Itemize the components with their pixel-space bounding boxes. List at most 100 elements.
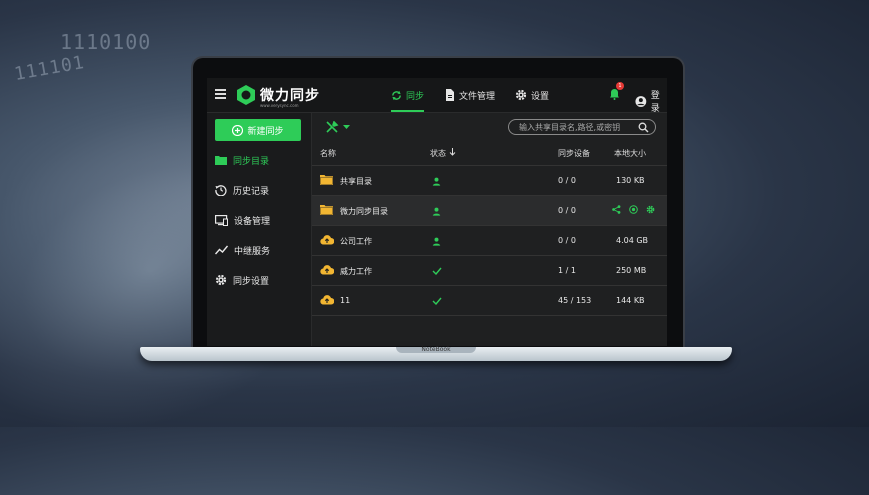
file-icon (446, 89, 454, 101)
sidebar-item-relay[interactable]: 中继服务 (215, 242, 270, 258)
share-icon[interactable] (612, 205, 621, 214)
chevron-down-icon (343, 124, 350, 129)
row-size: 144 KB (616, 296, 645, 305)
login-label: 登录 (650, 91, 660, 114)
folder-icon (320, 205, 333, 215)
row-name: 威力工作 (340, 267, 372, 276)
sidebar-item-label: 设备管理 (234, 216, 271, 227)
new-sync-label: 新建同步 (247, 126, 284, 137)
app-screen: 微力同步 www.verysync.com 同步 文件管理 设置 1 登录 新建… (207, 78, 667, 346)
laptop-frame: 微力同步 www.verysync.com 同步 文件管理 设置 1 登录 新建… (193, 58, 683, 354)
cloud-upload-icon (320, 295, 335, 305)
tools-dropdown[interactable] (326, 121, 350, 133)
folder-type-icon (320, 204, 333, 217)
sort-down-icon (449, 148, 455, 156)
sync-icon (392, 90, 401, 100)
tab-file-manager-label: 文件管理 (459, 91, 496, 102)
header-name[interactable]: 名称 (320, 148, 336, 159)
sidebar-item-history[interactable]: 历史记录 (215, 182, 269, 198)
new-sync-button[interactable]: 新建同步 (215, 119, 301, 141)
brand-url: www.verysync.com (260, 103, 299, 108)
row-size: 250 MB (616, 266, 647, 275)
tab-sync[interactable]: 同步 (391, 87, 425, 112)
cloud-upload-icon (320, 235, 335, 245)
history-icon (215, 185, 227, 196)
tab-file-manager[interactable]: 文件管理 (445, 87, 495, 103)
sidebar-item-label: 同步目录 (233, 156, 270, 167)
table-row[interactable]: 11 45 / 153 144 KB (312, 286, 667, 316)
sidebar-item-label: 同步设置 (233, 276, 270, 287)
devices-icon (215, 214, 228, 226)
search-icon[interactable] (638, 122, 649, 133)
top-bar: 微力同步 www.verysync.com 同步 文件管理 设置 1 登录 (207, 78, 667, 114)
header-size[interactable]: 本地大小 (614, 148, 646, 159)
row-devices: 0 / 0 (558, 176, 576, 185)
relay-icon (215, 245, 228, 255)
cloud-upload-icon (320, 265, 335, 275)
row-status (432, 177, 441, 188)
sidebar-item-label: 中继服务 (234, 246, 271, 257)
background-binary-left: 111101 (12, 51, 87, 86)
folder-type-icon (320, 264, 335, 277)
person-icon (432, 207, 441, 216)
sidebar-item-label: 历史记录 (233, 186, 270, 197)
main-panel: 名称 状态 同步设备 本地大小 共享目录 0 / 0 130 KB 微力同步目录 0 /… (312, 113, 667, 346)
login-button[interactable]: 登录 (635, 88, 667, 114)
folder-icon (320, 175, 333, 185)
table-row[interactable]: 微力同步目录0 / 00 B (312, 196, 667, 226)
check-icon (432, 297, 442, 306)
gear-icon (215, 274, 227, 286)
search-box[interactable] (508, 119, 656, 135)
row-status (432, 297, 442, 307)
background-binary-top: 1110100 (60, 30, 152, 54)
row-devices: 0 / 0 (558, 236, 576, 245)
folder-icon (215, 156, 227, 165)
row-devices: 1 / 1 (558, 266, 576, 275)
row-devices: 45 / 153 (558, 296, 592, 305)
row-devices: 0 / 0 (558, 206, 576, 215)
brand-name: 微力同步 (260, 88, 320, 104)
tools-icon (326, 121, 339, 133)
row-size: 4.04 GB (616, 236, 649, 245)
header-devices[interactable]: 同步设备 (558, 148, 590, 159)
sidebar-item-devices[interactable]: 设备管理 (215, 212, 270, 228)
pause-icon[interactable] (629, 205, 638, 214)
row-name: 11 (340, 296, 351, 305)
add-circle-icon (232, 124, 244, 136)
table-row[interactable]: 公司工作 0 / 0 4.04 GB (312, 226, 667, 256)
tab-sync-label: 同步 (406, 91, 425, 102)
person-icon (432, 177, 441, 186)
header-status[interactable]: 状态 (430, 148, 456, 159)
folder-type-icon (320, 294, 335, 307)
table-row[interactable]: 共享目录 0 / 0 130 KB (312, 166, 667, 196)
row-actions (612, 205, 655, 214)
person-icon (432, 237, 441, 246)
row-status (432, 207, 441, 218)
header-status-label: 状态 (430, 149, 446, 158)
laptop-base: NoteBook (140, 347, 732, 361)
table-header: 名称 状态 同步设备 本地大小 (312, 141, 667, 166)
row-size: 130 KB (616, 176, 645, 185)
row-status (432, 237, 441, 248)
sidebar-item-sync-settings[interactable]: 同步设置 (215, 272, 269, 288)
notification-badge: 1 (616, 82, 624, 90)
laptop-model-label: NoteBook (396, 347, 476, 353)
logo-icon (237, 85, 255, 105)
gear-icon[interactable] (646, 205, 655, 214)
row-name: 微力同步目录 (340, 207, 388, 216)
folder-type-icon (320, 174, 333, 187)
table-row[interactable]: 威力工作 1 / 1 250 MB (312, 256, 667, 286)
row-status (432, 267, 442, 277)
account-icon (635, 95, 647, 107)
folder-type-icon (320, 234, 335, 247)
tab-settings[interactable]: 设置 (515, 87, 549, 103)
gear-icon (515, 89, 527, 101)
check-icon (432, 267, 442, 276)
sidebar-item-sync-folders[interactable]: 同步目录 (215, 152, 269, 168)
row-name: 公司工作 (340, 237, 372, 246)
tab-settings-label: 设置 (531, 91, 550, 102)
menu-icon[interactable] (215, 89, 226, 99)
row-name: 共享目录 (340, 177, 372, 186)
search-input[interactable] (519, 122, 631, 132)
sidebar: 新建同步 同步目录 历史记录 设备管理 中继服务 同步设置 (207, 113, 312, 346)
